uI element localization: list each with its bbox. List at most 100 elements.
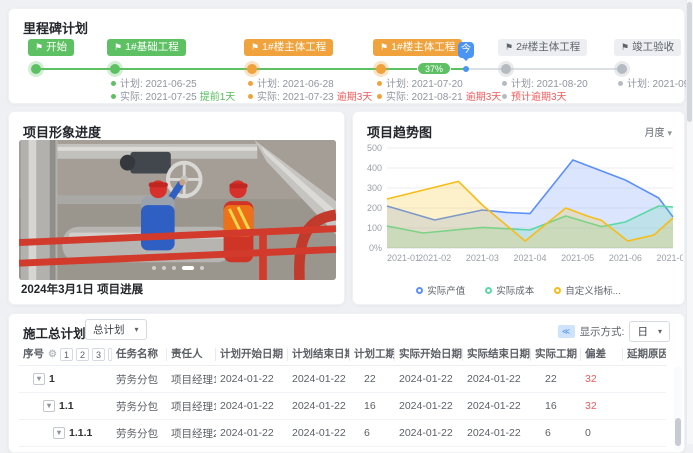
table-row[interactable]: ▾1劳务分包项目经理12024-01-222024-01-22222024-01… [19, 366, 666, 393]
svg-text:2021-07: 2021-07 [656, 253, 683, 263]
milestone-node[interactable] [31, 64, 41, 74]
milestone-badge[interactable]: ⚑1#楼主体工程 [373, 39, 462, 56]
svg-text:2021-01: 2021-01 [387, 253, 420, 263]
construction-photo-illustration [19, 140, 336, 280]
trend-range-value: 月度 [644, 128, 664, 139]
milestone-plan-date: 计划: 2021-06-28 [248, 78, 372, 91]
milestone-badge[interactable]: ⚑开始 [28, 39, 74, 56]
carousel-dot-active[interactable] [182, 266, 194, 270]
milestone-node[interactable] [501, 64, 511, 74]
trend-title: 项目趋势图 [367, 122, 432, 141]
level-button[interactable]: 2 [76, 348, 89, 361]
column-header: 任务名称 [112, 348, 167, 361]
milestone-actual-date: 实际: 2021-07-23逾期3天 [248, 91, 372, 104]
carousel-dot[interactable] [200, 266, 204, 270]
table-header: 序号⚙12345任务名称责任人计划开始日期计划结束日期计划工期实际开始日期实际结… [19, 343, 666, 366]
milestone-actual-date: 实际: 2021-08-21逾期3天 [377, 91, 501, 104]
progress-badge: 37% [417, 62, 451, 75]
milestone-node[interactable] [247, 64, 257, 74]
table-scrollbar[interactable] [674, 366, 682, 450]
carousel-dot[interactable] [152, 266, 156, 270]
gear-icon[interactable]: ⚙ [48, 348, 57, 361]
plan-type-select[interactable]: 总计划 ▾ [85, 319, 147, 340]
today-badge: 今 [458, 42, 474, 58]
milestone-panel: 里程碑计划 ⚑开始⚑1#基础工程计划: 2021-06-25实际: 2021-0… [8, 8, 685, 104]
project-dashboard: { "icons": { "flag": "⚑", "chevron_down"… [0, 0, 693, 444]
flag-icon: ⚑ [114, 42, 122, 52]
display-mode-select[interactable]: 日▾ [629, 321, 670, 342]
display-mode-label: 显示方式: [580, 324, 625, 339]
legend-marker-icon [485, 287, 492, 294]
legend-item[interactable]: 实际成本 [485, 283, 534, 297]
plan-type-value: 总计划 [93, 322, 125, 337]
flag-icon: ⚑ [251, 42, 259, 52]
display-mode-value: 日 [637, 324, 648, 339]
flag-icon: ⚑ [505, 42, 513, 52]
milestone-forecast: 预计逾期3天 [502, 91, 588, 104]
expand-icon[interactable]: ▾ [33, 373, 45, 385]
milestone-badge[interactable]: ⚑竣工验收 [614, 39, 681, 56]
chart-legend[interactable]: 实际产值 实际成本 自定义指标... [353, 283, 684, 297]
svg-text:300: 300 [367, 183, 382, 193]
photo-panel-title: 项目形象进度 [23, 122, 101, 141]
deviation-value: 32 [581, 373, 623, 385]
table-row[interactable]: ▾1.1.2劳务分包项目经理32024-01-222024-01-2252024… [19, 447, 666, 452]
legend-marker-icon [554, 287, 561, 294]
expand-icon[interactable]: ▾ [53, 427, 65, 439]
carousel-dot[interactable] [172, 266, 176, 270]
construction-plan-panel: 施工总计划 总计划▾ ≪ 显示方式: 日▾ 序号⚙12345任务名称责任人计划开… [8, 313, 685, 453]
table-row[interactable]: ▾1.1.1劳务分包项目经理22024-01-222024-01-2262024… [19, 420, 666, 447]
column-header: 责任人 [167, 348, 216, 361]
chevron-down-icon: ▾ [135, 325, 139, 334]
milestone-badge[interactable]: ⚑1#楼主体工程 [244, 39, 333, 56]
column-header: 偏差 [581, 348, 623, 361]
milestone-node[interactable] [110, 64, 120, 74]
milestone-dates: 计划: 2021-06-28实际: 2021-07-23逾期3天 [248, 78, 372, 104]
milestone-badge[interactable]: ⚑2#楼主体工程 [498, 39, 587, 56]
timeline-line-future [466, 68, 622, 70]
plan-table-title: 施工总计划 [23, 323, 86, 342]
carousel-dots[interactable] [19, 262, 336, 274]
level-button[interactable]: 1 [60, 348, 73, 361]
milestone-plan-date: 计划: 2021-06-25 [111, 78, 235, 91]
trend-area-chart: 5004003002001000%2021-012021-022021-0320… [357, 140, 683, 272]
svg-text:500: 500 [367, 143, 382, 153]
svg-text:2021-03: 2021-03 [466, 253, 499, 263]
svg-text:2021-02: 2021-02 [418, 253, 451, 263]
deviation-value: 0 [581, 427, 623, 439]
page-scrollbar[interactable] [686, 0, 693, 444]
collapse-icon[interactable]: ≪ [558, 325, 575, 338]
flag-icon: ⚑ [380, 42, 388, 52]
svg-text:2021-06: 2021-06 [609, 253, 642, 263]
milestone-plan-date: 计划: 2021-07-20 [377, 78, 501, 91]
photo-progress-panel: 项目形象进度 [8, 111, 345, 305]
milestone-plan-date: 计划: 2021-08-20 [502, 78, 588, 91]
carousel-dot[interactable] [162, 266, 166, 270]
svg-text:200: 200 [367, 203, 382, 213]
trend-range-select[interactable]: 月度▾ [644, 124, 672, 139]
milestone-plan-date: 计划: 2021-09-30 [618, 78, 693, 91]
photo-caption: 2024年3月1日 项目进展 [21, 281, 143, 297]
svg-text:0%: 0% [369, 243, 382, 253]
milestone-badge[interactable]: ⚑1#基础工程 [107, 39, 186, 56]
legend-marker-icon [416, 287, 423, 294]
level-button[interactable]: 3 [92, 348, 105, 361]
table-row[interactable]: ▾1.1劳务分包项目经理12024-01-222024-01-22162024-… [19, 393, 666, 420]
column-header: 延期原因 [623, 348, 666, 361]
legend-item[interactable]: 自定义指标... [554, 283, 620, 297]
svg-text:400: 400 [367, 163, 382, 173]
legend-item[interactable]: 实际产值 [416, 283, 465, 297]
milestone-dates: 计划: 2021-09-30 [618, 78, 693, 91]
chevron-down-icon: ▾ [658, 327, 662, 336]
site-photo[interactable] [19, 140, 336, 280]
milestone-dates: 计划: 2021-06-25实际: 2021-07-25提前1天 [111, 78, 235, 104]
svg-text:2021-04: 2021-04 [513, 253, 546, 263]
milestone-node[interactable] [376, 64, 386, 74]
milestone-timeline: ⚑开始 ⚑1#基础工程计划: 2021-06-25实际: 2021-07-25提前… [9, 9, 684, 103]
column-header: 计划工期 [350, 348, 395, 361]
milestone-dates: 计划: 2021-07-20实际: 2021-08-21逾期3天 [377, 78, 501, 104]
expand-icon[interactable]: ▾ [43, 400, 55, 412]
milestone-node[interactable] [617, 64, 627, 74]
flag-icon: ⚑ [35, 42, 43, 52]
milestone-dates: 计划: 2021-08-20预计逾期3天 [502, 78, 588, 104]
